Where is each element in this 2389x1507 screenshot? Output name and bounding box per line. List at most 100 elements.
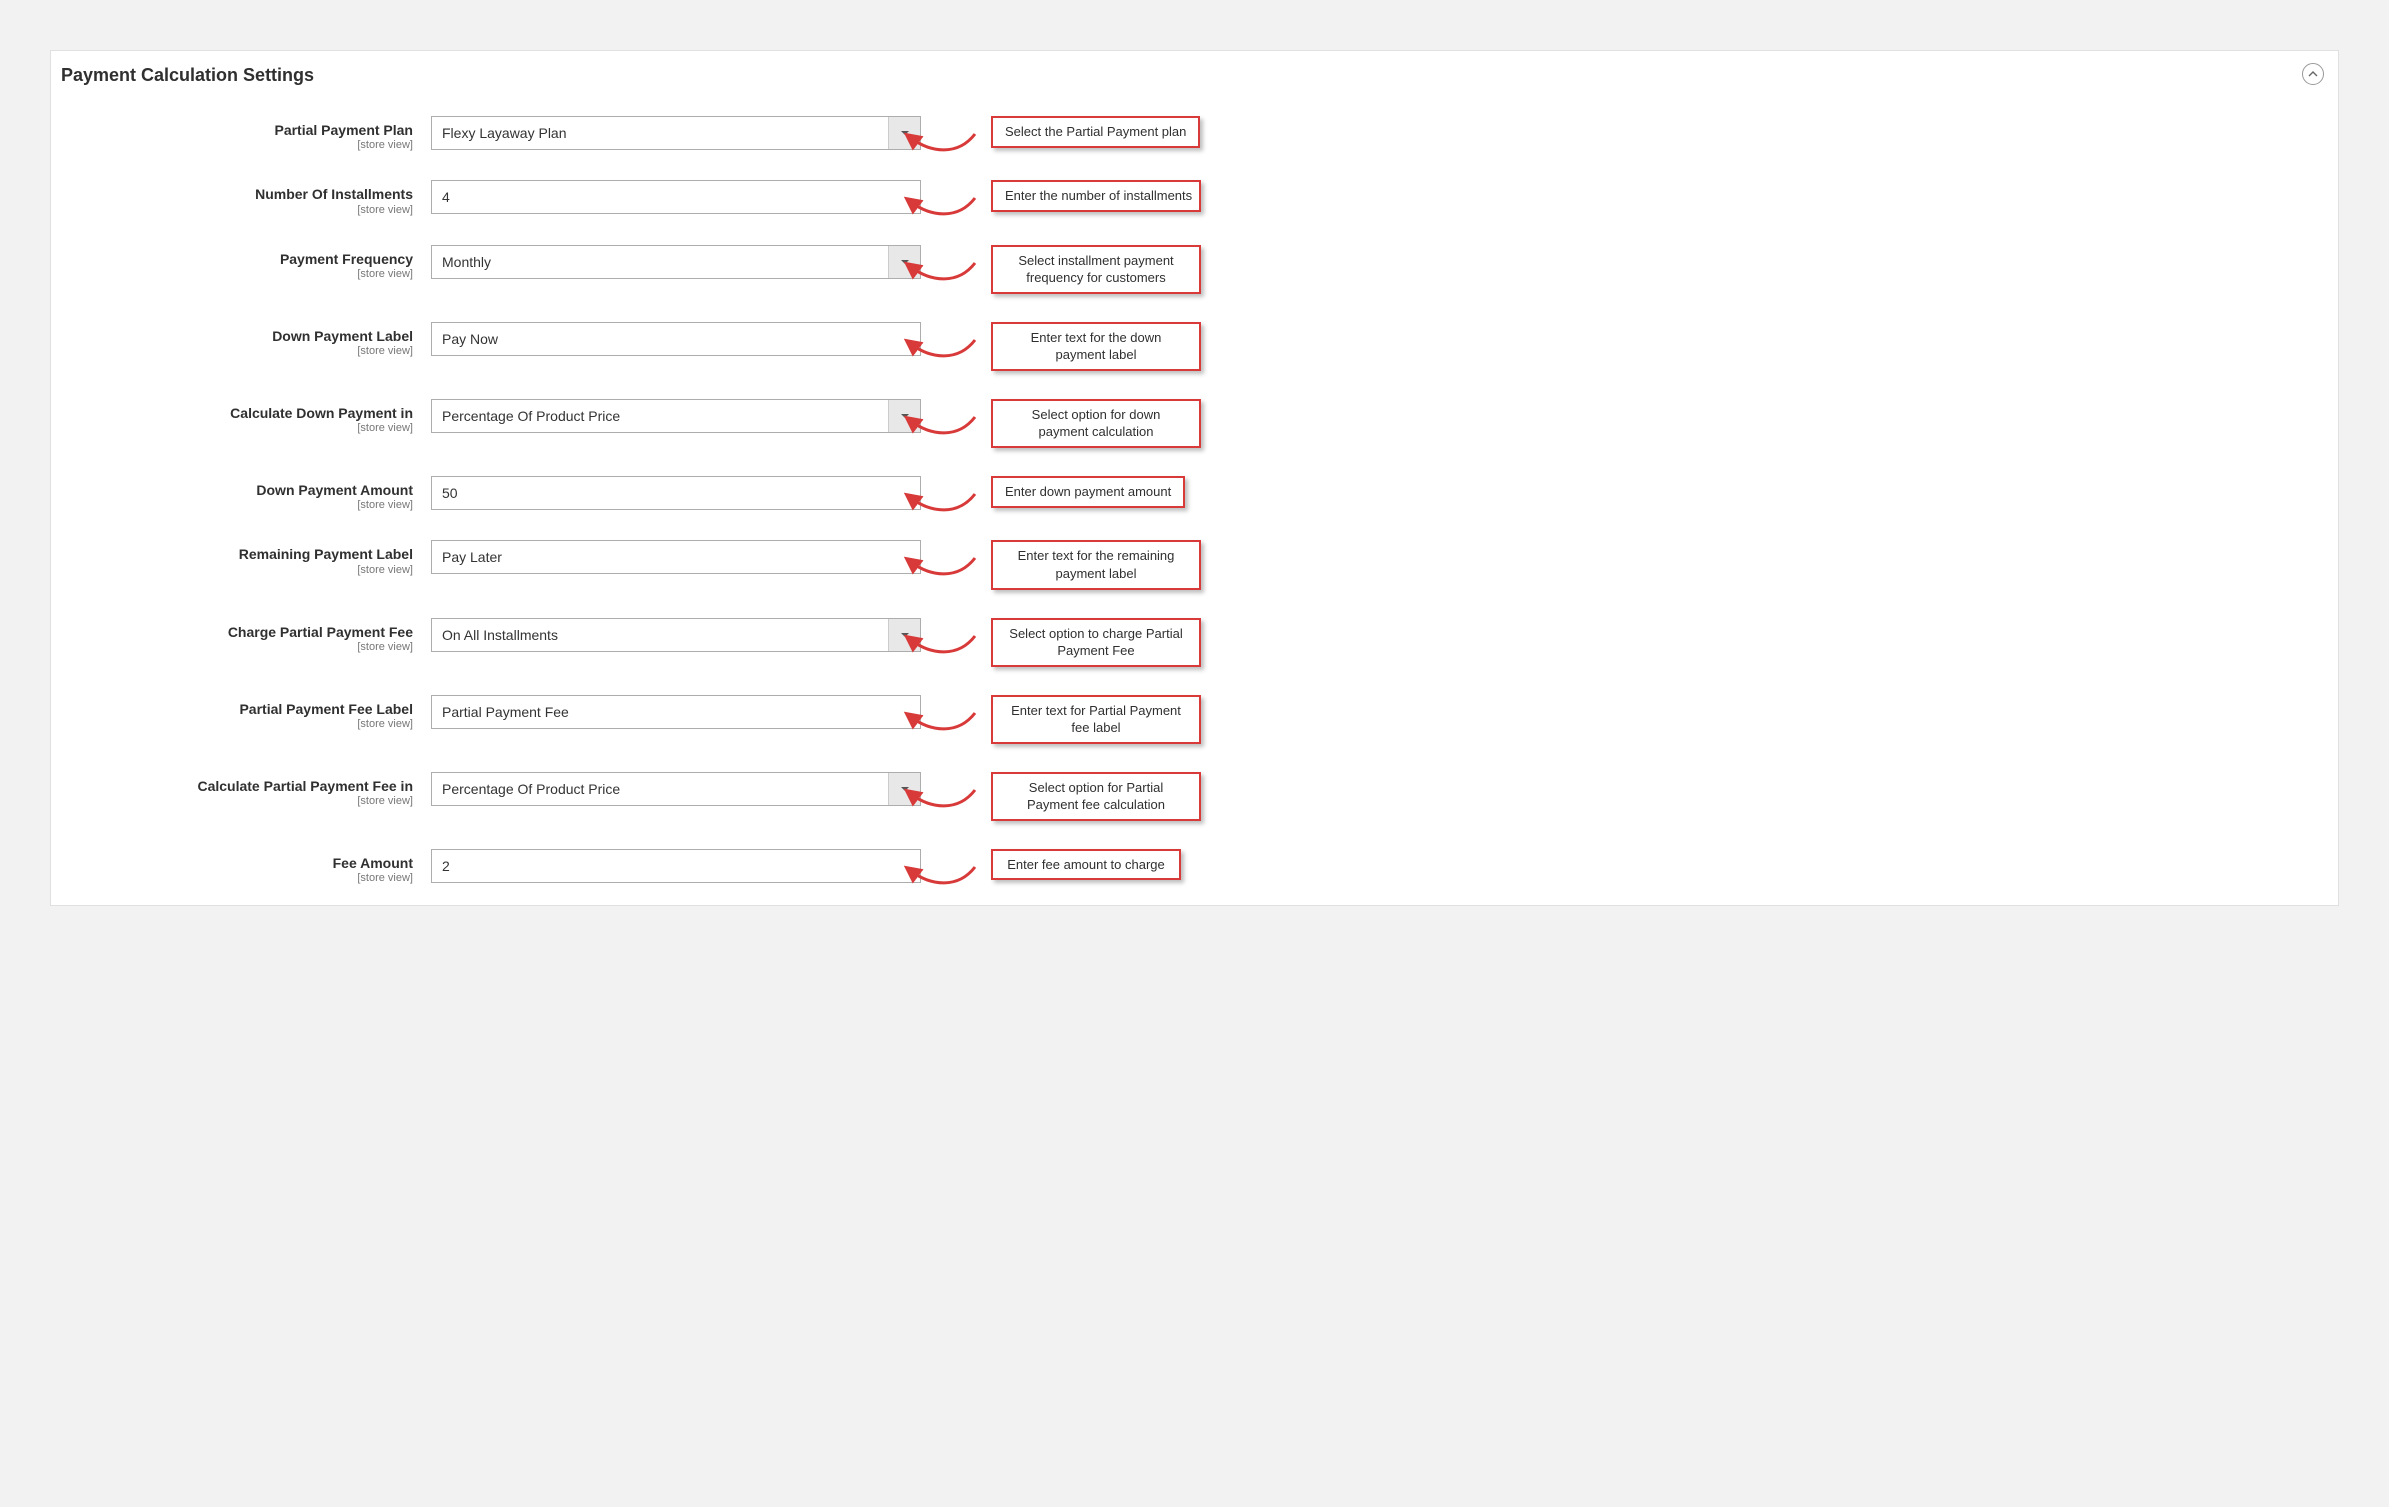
chevron-up-icon [2308, 69, 2318, 79]
field-label: Remaining Payment Label [71, 545, 413, 563]
callout-arrow-icon [903, 411, 983, 443]
field-label: Down Payment Amount [71, 481, 413, 499]
arrow-col [921, 618, 991, 652]
select-input[interactable]: On All Installments [431, 618, 921, 652]
arrow-col [921, 116, 991, 150]
field-scope: [store view] [71, 204, 413, 217]
text-input[interactable]: Pay Later [431, 540, 921, 574]
field-row: Partial Payment Plan[store view] Flexy La… [71, 116, 2318, 152]
field-label-col: Charge Partial Payment Fee[store view] [71, 618, 431, 654]
field-label-col: Remaining Payment Label[store view] [71, 540, 431, 576]
callout-col: Enter fee amount to charge [991, 849, 1181, 881]
callout-col: Select option to charge Partial Payment … [991, 618, 1201, 667]
settings-panel: Payment Calculation Settings Partial Pay… [50, 50, 2339, 906]
select-input[interactable]: Percentage Of Product Price [431, 772, 921, 806]
field-scope: [store view] [71, 345, 413, 358]
field-label-col: Down Payment Amount[store view] [71, 476, 431, 512]
field-value: Percentage Of Product Price [442, 781, 620, 797]
field-scope: [store view] [71, 872, 413, 885]
text-input[interactable]: Pay Now [431, 322, 921, 356]
field-label-col: Calculate Down Payment in[store view] [71, 399, 431, 435]
field-label: Fee Amount [71, 854, 413, 872]
text-input[interactable]: 2 [431, 849, 921, 883]
text-input[interactable]: 50 [431, 476, 921, 510]
field-label-col: Number Of Installments[store view] [71, 180, 431, 216]
field-value: Pay Later [442, 549, 502, 565]
field-label-col: Fee Amount[store view] [71, 849, 431, 885]
callout-arrow-icon [903, 192, 983, 224]
arrow-col [921, 695, 991, 729]
field-label-col: Calculate Partial Payment Fee in[store v… [71, 772, 431, 808]
field-value: On All Installments [442, 627, 558, 643]
field-label-col: Partial Payment Plan[store view] [71, 116, 431, 152]
callout-col: Enter text for Partial Payment fee label [991, 695, 1201, 744]
callout-box: Enter text for the remaining payment lab… [991, 540, 1201, 589]
select-input[interactable]: Percentage Of Product Price [431, 399, 921, 433]
callout-arrow-icon [903, 552, 983, 584]
field-value: Percentage Of Product Price [442, 408, 620, 424]
callout-arrow-icon [903, 257, 983, 289]
callout-arrow-icon [903, 128, 983, 160]
field-row: Calculate Down Payment in[store view] Per… [71, 399, 2318, 448]
callout-col: Select option for Partial Payment fee ca… [991, 772, 1201, 821]
callout-col: Select option for down payment calculati… [991, 399, 1201, 448]
callout-col: Select installment payment frequency for… [991, 245, 1201, 294]
arrow-col [921, 180, 991, 214]
field-label: Calculate Down Payment in [71, 404, 413, 422]
section-title: Payment Calculation Settings [51, 51, 2338, 86]
field-label: Partial Payment Plan [71, 121, 413, 139]
field-value: 50 [442, 485, 458, 501]
field-value: Flexy Layaway Plan [442, 125, 567, 141]
field-row: Down Payment Label[store view]Pay Now En… [71, 322, 2318, 371]
select-input[interactable]: Monthly [431, 245, 921, 279]
field-row: Remaining Payment Label[store view] Pay L… [71, 540, 2318, 589]
callout-box: Select the Partial Payment plan [991, 116, 1200, 148]
field-label: Calculate Partial Payment Fee in [71, 777, 413, 795]
select-input[interactable]: Flexy Layaway Plan [431, 116, 921, 150]
callout-box: Enter the number of installments [991, 180, 1201, 212]
arrow-col [921, 322, 991, 356]
field-scope: [store view] [71, 422, 413, 435]
arrow-col [921, 245, 991, 279]
arrow-col [921, 540, 991, 574]
callout-col: Enter down payment amount [991, 476, 1185, 508]
field-row: Charge Partial Payment Fee[store view] On… [71, 618, 2318, 667]
field-scope: [store view] [71, 641, 413, 654]
field-value: 2 [442, 858, 450, 874]
field-scope: [store view] [71, 795, 413, 808]
field-value: Monthly [442, 254, 491, 270]
text-input[interactable]: Partial Payment Fee [431, 695, 921, 729]
callout-arrow-icon [903, 707, 983, 739]
arrow-col [921, 399, 991, 433]
field-value: Pay Now [442, 331, 498, 347]
text-input[interactable]: 4 [431, 180, 921, 214]
field-label-col: Partial Payment Fee Label[store view] [71, 695, 431, 731]
callout-box: Select option for Partial Payment fee ca… [991, 772, 1201, 821]
callout-box: Enter text for Partial Payment fee label [991, 695, 1201, 744]
callout-box: Select option to charge Partial Payment … [991, 618, 1201, 667]
field-control-col: Partial Payment Fee [431, 695, 921, 729]
callout-arrow-icon [903, 861, 983, 893]
callout-col: Enter text for the remaining payment lab… [991, 540, 1201, 589]
callout-arrow-icon [903, 784, 983, 816]
field-row: Number Of Installments[store view]4 Ente… [71, 180, 2318, 216]
callout-box: Enter down payment amount [991, 476, 1185, 508]
field-control-col: 4 [431, 180, 921, 214]
field-control-col: Monthly [431, 245, 921, 279]
field-control-col: Flexy Layaway Plan [431, 116, 921, 150]
arrow-col [921, 849, 991, 883]
field-control-col: Percentage Of Product Price [431, 399, 921, 433]
field-row: Fee Amount[store view] 2 Enter fee amount… [71, 849, 2318, 885]
fields-container: Partial Payment Plan[store view]Flexy La… [51, 86, 2338, 905]
field-label: Partial Payment Fee Label [71, 700, 413, 718]
collapse-toggle[interactable] [2302, 63, 2324, 85]
field-label-col: Down Payment Label[store view] [71, 322, 431, 358]
field-control-col: Percentage Of Product Price [431, 772, 921, 806]
field-label-col: Payment Frequency[store view] [71, 245, 431, 281]
field-control-col: Pay Now [431, 322, 921, 356]
callout-col: Enter the number of installments [991, 180, 1201, 212]
callout-col: Select the Partial Payment plan [991, 116, 1200, 148]
field-row: Payment Frequency[store view] Monthly Sel… [71, 245, 2318, 294]
callout-box: Select installment payment frequency for… [991, 245, 1201, 294]
field-label: Charge Partial Payment Fee [71, 623, 413, 641]
